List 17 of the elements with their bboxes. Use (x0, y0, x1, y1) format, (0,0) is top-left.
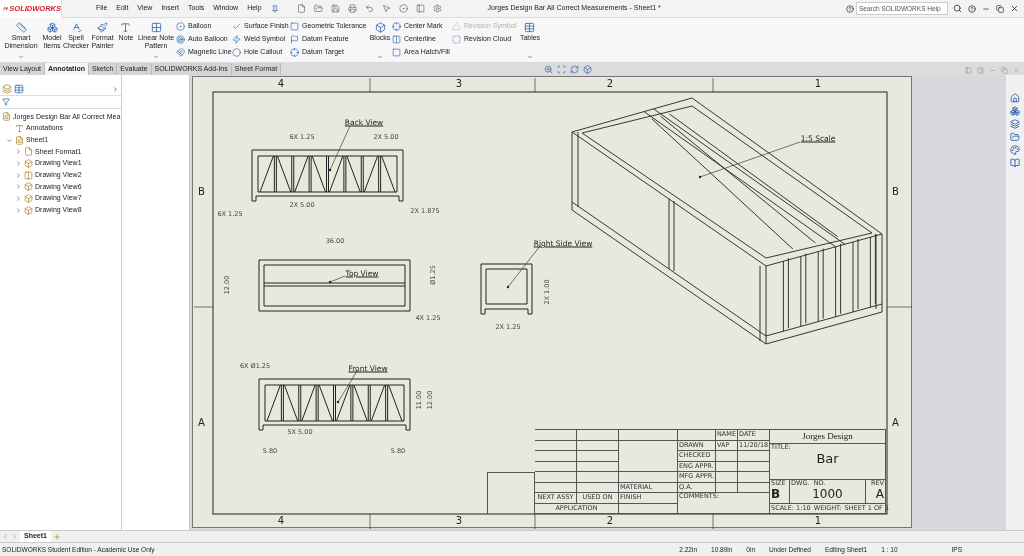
zone-label: B (198, 187, 205, 197)
drawing-title: Bar (816, 451, 839, 467)
zone-label: 3 (455, 516, 463, 526)
zone-label: 4 (277, 516, 285, 526)
zone-label: B (892, 187, 899, 197)
zone-label: 2 (606, 79, 614, 89)
zone-label: 4 (277, 79, 285, 89)
zone-label: A (892, 418, 899, 428)
revision: A (875, 487, 884, 501)
zone-label: 1 (814, 516, 822, 526)
company-name: Jorges Design (802, 429, 853, 443)
zone-label: 1 (814, 79, 822, 89)
zone-label: 3 (455, 79, 463, 89)
zone-label: 2 (606, 516, 614, 526)
zone-label: A (198, 418, 205, 428)
sheet-size: B (771, 487, 782, 501)
drawing-number: 1000 (812, 487, 843, 501)
